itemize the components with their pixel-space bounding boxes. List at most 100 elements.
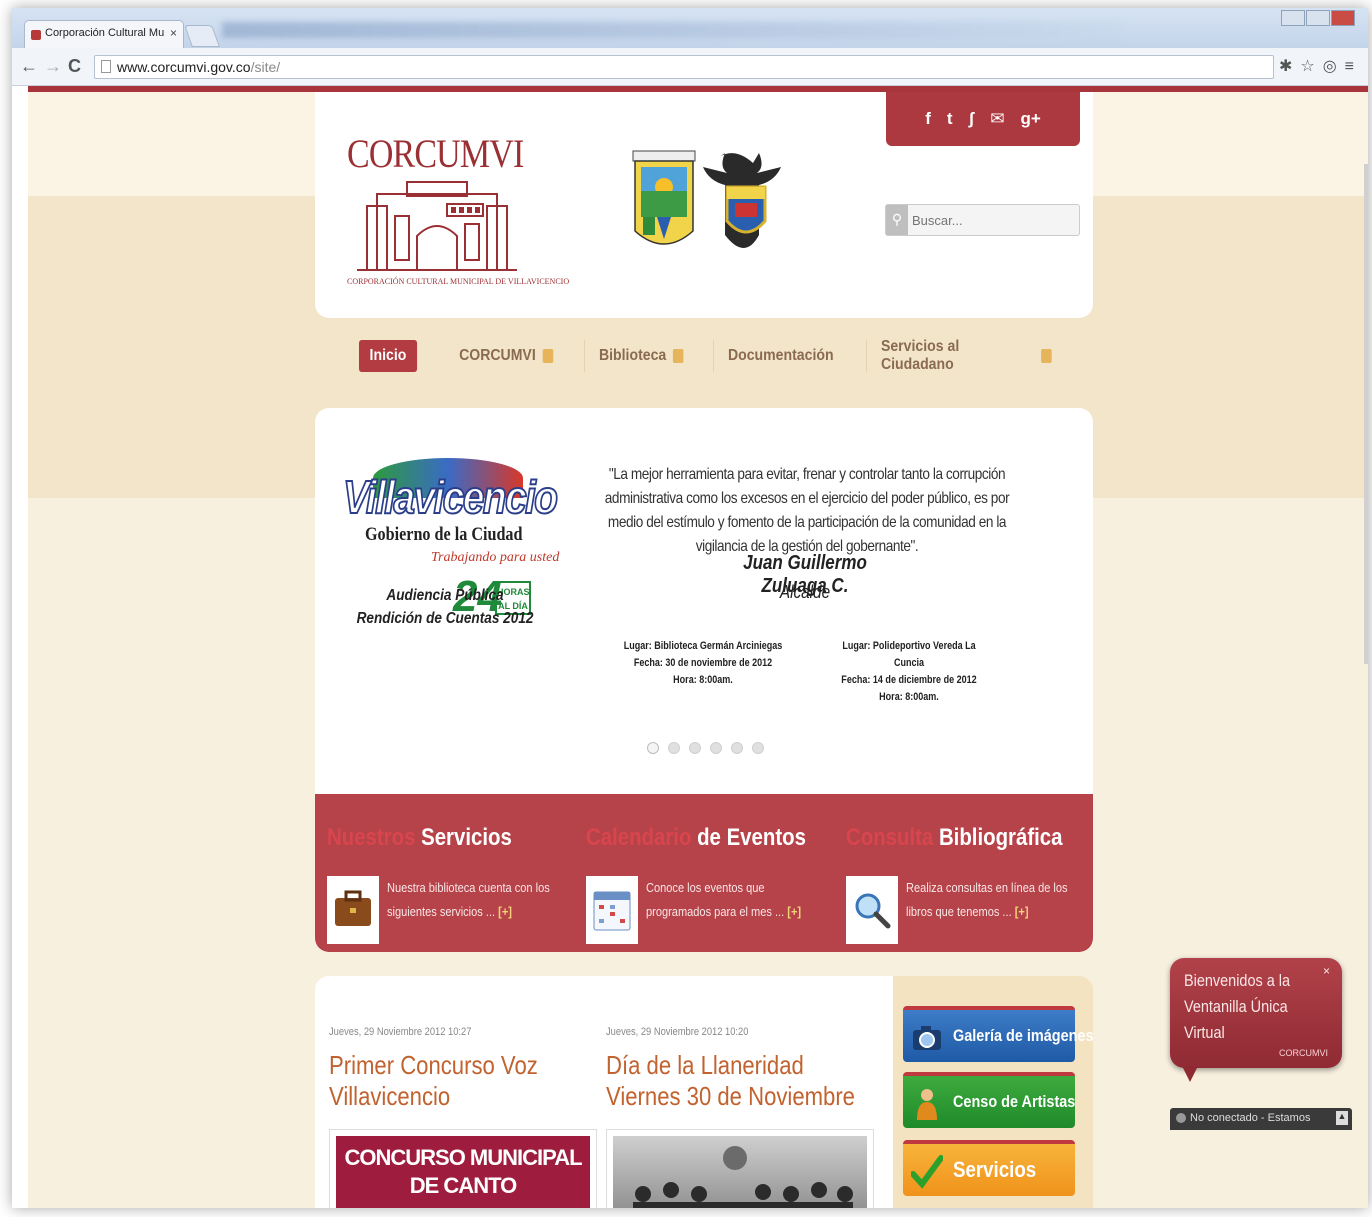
web-page: CORCUMVI CORPORACIÓN CULTURAL MUNICIPAL … <box>28 86 1368 1208</box>
signer-role: Alcalde <box>779 582 831 602</box>
tab-title: Corporación Cultural Mu <box>45 27 165 39</box>
new-tab-button[interactable] <box>183 25 221 47</box>
twitter-icon[interactable]: t <box>947 109 953 129</box>
browser-toolbar: ← → C www.corcumvi.gov.co/site/ ✱☆◎≡ <box>12 48 1368 86</box>
button-label: Servicios <box>953 1157 1037 1182</box>
minimize-button[interactable] <box>1281 10 1305 26</box>
event-fecha: Fecha: 14 de diciembre de 2012 <box>841 674 977 686</box>
more-link[interactable]: [+] <box>787 904 801 919</box>
gobierno-label: Gobierno de la Ciudad <box>365 524 523 545</box>
event-fecha: Fecha: 30 de noviembre de 2012 <box>633 657 773 669</box>
tab-close-icon[interactable]: × <box>170 26 177 40</box>
villavicencio-logo: Villavicencio Gobierno de la Ciudad Trab… <box>342 458 559 678</box>
nav-item-documentacion[interactable]: Documentación <box>713 340 848 372</box>
reload-icon[interactable]: C <box>68 56 81 77</box>
event-title: Audiencia Pública Rendición de Cuentas 2… <box>352 584 539 630</box>
artists-census-button[interactable]: Censo de Artistas <box>903 1072 1075 1128</box>
emblems <box>627 147 787 267</box>
feature-title: Consulta Bibliográfica <box>846 824 1062 852</box>
forward-arrow-icon[interactable]: → <box>44 56 62 77</box>
url-path: /site/ <box>250 59 281 75</box>
briefcase-icon <box>327 876 379 944</box>
back-arrow-icon[interactable]: ← <box>20 56 38 77</box>
slider-dot[interactable] <box>731 742 743 754</box>
more-link[interactable]: [+] <box>1015 904 1029 919</box>
feature-title-a: Consulta <box>846 824 934 851</box>
quote-text: "La mejor herramienta para evitar, frena… <box>604 466 1010 555</box>
feature-calendario: Calendario de Eventos Conoce los eventos… <box>586 824 836 944</box>
news-date: Jueves, 29 Noviembre 2012 10:27 <box>329 1026 472 1038</box>
offline-icon <box>1176 1113 1186 1123</box>
group-photo-icon <box>633 1146 853 1208</box>
news-image[interactable]: CONCURSO MUNICIPAL DE CANTO <box>329 1129 597 1208</box>
submenu-plus-icon <box>542 349 554 363</box>
submenu-plus-icon <box>1041 349 1052 363</box>
window-controls <box>1280 10 1360 28</box>
page-scrollbar[interactable] <box>1364 164 1368 664</box>
chat-bubble[interactable]: × Bienvenidos a la Ventanilla Única Virt… <box>1170 958 1342 1082</box>
news-image[interactable] <box>606 1129 874 1208</box>
maximize-button[interactable] <box>1306 10 1330 26</box>
address-bar[interactable]: www.corcumvi.gov.co/site/ <box>94 55 1274 79</box>
news-title[interactable]: Primer Concurso Voz Villavicencio <box>329 1050 584 1112</box>
corcumvi-logo[interactable]: CORCUMVI CORPORACIÓN CULTURAL MUNICIPAL … <box>347 130 569 290</box>
facebook-icon[interactable]: f <box>925 109 931 129</box>
google-plus-icon[interactable]: g+ <box>1020 109 1040 129</box>
gallery-button[interactable]: Galería de imágenes <box>903 1006 1094 1062</box>
email-icon[interactable]: ✉ <box>990 109 1004 129</box>
nav-item-inicio[interactable]: Inicio <box>359 340 417 372</box>
url-host: www.corcumvi.gov.co <box>117 59 251 75</box>
feature-title-a: Calendario <box>586 824 692 851</box>
event-hora: Hora: 8:00am. <box>673 674 733 686</box>
rss-icon[interactable]: ʃ <box>969 109 975 129</box>
event-hora: Hora: 8:00am. <box>879 691 939 703</box>
feature-title-b: de Eventos <box>697 824 806 851</box>
blurred-tab-strip <box>222 22 1122 38</box>
search-icon[interactable]: ⚲ <box>886 205 908 235</box>
nav-item-corcumvi[interactable]: CORCUMVI <box>445 340 567 372</box>
search-box: ⚲ <box>885 204 1080 236</box>
slider-dot[interactable] <box>752 742 764 754</box>
artist-icon <box>917 1089 937 1120</box>
feature-servicios: Nuestros Servicios Nuestra biblioteca cu… <box>327 824 577 944</box>
slider-dot[interactable] <box>689 742 701 754</box>
slider-dot[interactable] <box>710 742 722 754</box>
more-link[interactable]: [+] <box>498 904 512 919</box>
trabajando-label: Trabajando para usted <box>431 550 560 565</box>
magnifier-icon <box>846 876 898 944</box>
event-details-1: Lugar: Biblioteca Germán Arciniegas Fech… <box>621 638 785 689</box>
nav-item-biblioteca[interactable]: Biblioteca <box>583 340 698 372</box>
slider-dot[interactable] <box>647 742 659 754</box>
chat-welcome-text: Bienvenidos a la Ventanilla Única Virtua… <box>1184 971 1291 1042</box>
logo-title: CORCUMVI <box>347 131 524 176</box>
news-item: Jueves, 29 Noviembre 2012 10:20 Día de l… <box>606 1026 876 1112</box>
services-button[interactable]: Servicios <box>903 1140 1075 1196</box>
feature-desc: Conoce los eventos que programados para … <box>646 880 788 919</box>
slider-dots <box>647 742 764 754</box>
chat-expand-icon[interactable]: ▲ <box>1336 1111 1348 1125</box>
event-lugar: Lugar: Polideportivo Vereda La Cuncia <box>842 640 976 669</box>
quick-links: Galería de imágenes Censo de Artistas Se… <box>893 976 1094 1208</box>
library-building-icon <box>357 181 517 271</box>
news-title[interactable]: Día de la Llaneridad Viernes 30 de Novie… <box>606 1050 861 1112</box>
window-close-button[interactable] <box>1331 10 1355 26</box>
search-input[interactable] <box>912 211 1072 229</box>
nav-label: Inicio <box>369 347 407 364</box>
feature-desc: Nuestra biblioteca cuenta con los siguie… <box>387 880 550 919</box>
features-band: Nuestros Servicios Nuestra biblioteca cu… <box>315 794 1093 952</box>
news-section: Jueves, 29 Noviembre 2012 10:27 Primer C… <box>315 976 893 1208</box>
nav-item-servicios-ciudadano[interactable]: Servicios al Ciudadano <box>866 338 1065 373</box>
chat-status-bar[interactable]: No conectado - Estamos ▲ <box>1170 1108 1352 1130</box>
chat-tail <box>1182 1066 1198 1082</box>
event-title-line-1: Audiencia Pública <box>386 587 504 604</box>
llaneridad-photo <box>613 1136 867 1208</box>
calendar-icon <box>586 876 638 944</box>
browser-tab[interactable]: Corporación Cultural Mu × <box>24 20 184 48</box>
camera-icon <box>913 1026 941 1050</box>
slider-dot[interactable] <box>668 742 680 754</box>
feature-title-a: Nuestros <box>327 824 416 851</box>
villavicencio-coat-of-arms-icon <box>632 150 781 248</box>
nav-label: Biblioteca <box>598 347 667 364</box>
event-lugar: Lugar: Biblioteca Germán Arciniegas <box>623 640 783 652</box>
toolbar-right-icons[interactable]: ✱☆◎≡ <box>1279 56 1362 76</box>
